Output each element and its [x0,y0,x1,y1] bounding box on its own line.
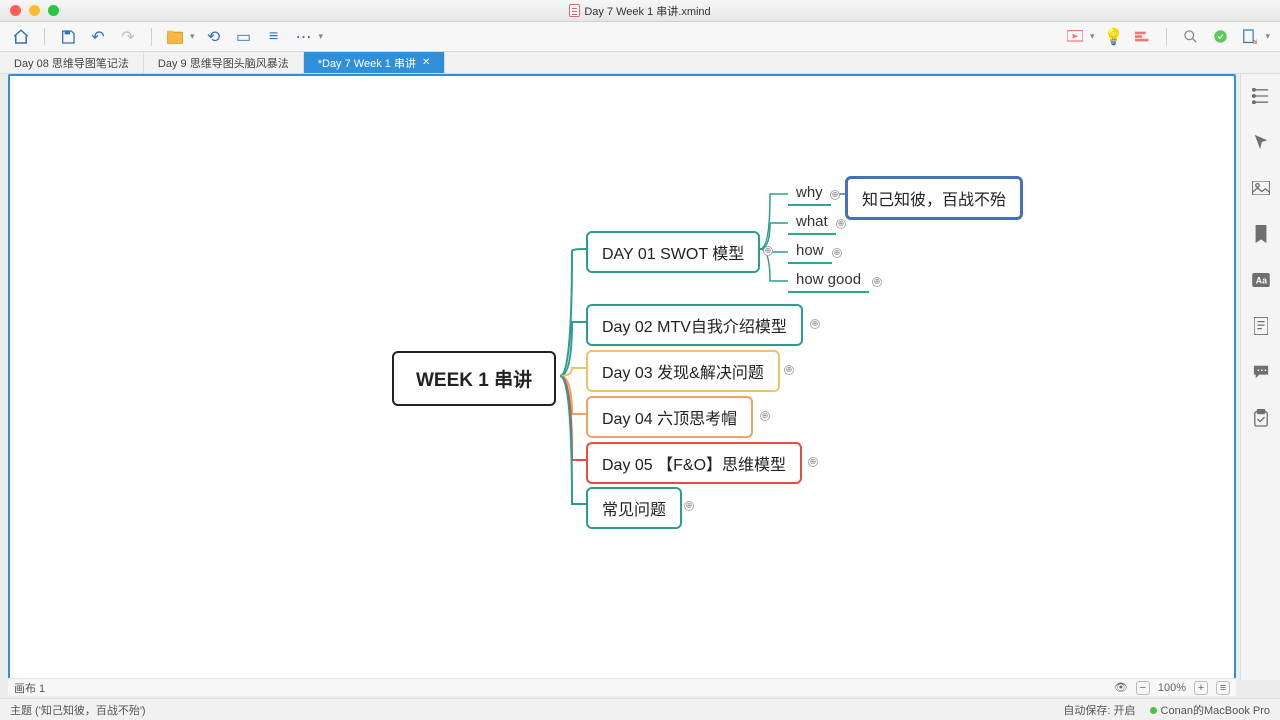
node-day04[interactable]: Day 04 六顶思考帽 [586,396,753,438]
undo-icon[interactable]: ↶ [87,26,109,48]
sheet-icon[interactable] [164,26,186,48]
close-window-icon[interactable] [10,5,21,16]
collapse-toggle[interactable]: ⊕ [830,190,840,200]
node-day03[interactable]: Day 03 发现&解决问题 [586,350,780,392]
save-icon[interactable] [57,26,79,48]
window-title: Day 7 Week 1 串讲.xmind [584,3,710,19]
search-icon[interactable] [1179,26,1201,48]
window-controls[interactable] [0,5,59,16]
right-sidebar: Aa [1240,74,1280,680]
format-icon[interactable] [1251,132,1271,152]
collapse-toggle[interactable]: ⊕ [832,248,842,258]
collapse-toggle[interactable]: ⊕ [872,277,882,287]
node-day01[interactable]: DAY 01 SWOT 模型 [586,231,760,273]
status-selection: 主题 ('知己知彼，百战不殆') [10,702,146,718]
notes-icon[interactable] [1251,316,1271,336]
collapse-toggle[interactable]: ⊕ [810,319,820,329]
status-bar: 主题 ('知己知彼，百战不殆') 自动保存: 开启 Conan的MacBook … [0,698,1280,720]
outline-icon[interactable] [1251,86,1271,106]
canvas-tab-bar: 画布 1 👁 − 100% + ≡ [8,678,1236,696]
subtopic-how[interactable]: how [788,239,832,264]
gantt-icon[interactable] [1132,26,1154,48]
node-day02[interactable]: Day 02 MTV自我介绍模型 [586,304,803,346]
canvas-viewport[interactable]: WEEK 1 串讲 DAY 01 SWOT 模型 ⊕ why ⊕ what ⊕ … [8,74,1236,680]
mindmap-canvas[interactable]: WEEK 1 串讲 DAY 01 SWOT 模型 ⊕ why ⊕ what ⊕ … [10,76,1234,678]
idea-icon[interactable]: 💡 [1102,26,1124,48]
subtopic-why[interactable]: why [788,181,831,206]
minimize-window-icon[interactable] [29,5,40,16]
zoom-out-button[interactable]: − [1136,681,1150,695]
collapse-toggle[interactable]: ⊕ [808,457,818,467]
collapse-toggle[interactable]: ⊕ [760,411,770,421]
collapse-toggle[interactable]: ⊕ [684,501,694,511]
marker-icon[interactable] [1251,224,1271,244]
relationship-icon[interactable]: ⟲ [203,26,225,48]
doc-tab[interactable]: Day 08 思维导图笔记法 [0,52,144,73]
zoom-menu-button[interactable]: ≡ [1216,681,1230,695]
more-icon[interactable]: ⋯ [293,26,315,48]
share-icon[interactable] [1209,26,1231,48]
eye-icon[interactable]: 👁 [1114,681,1128,694]
canvas-tab[interactable]: 画布 1 [14,680,45,696]
status-device: Conan的MacBook Pro [1150,702,1270,718]
image-icon[interactable] [1251,178,1271,198]
titlebar: Day 7 Week 1 串讲.xmind [0,0,1280,22]
collapse-toggle[interactable]: ⊕ [836,219,846,229]
summary-icon[interactable]: ≡ [263,26,285,48]
collapse-toggle[interactable]: ⊕ [784,365,794,375]
node-why-detail-selected[interactable]: 知己知彼，百战不殆 [845,176,1023,220]
document-tabs: Day 08 思维导图笔记法 Day 9 思维导图头脑风暴法 *Day 7 We… [0,52,1280,74]
text-icon[interactable]: Aa [1251,270,1271,290]
home-icon[interactable] [10,26,32,48]
doc-tab[interactable]: Day 9 思维导图头脑风暴法 [144,52,304,73]
boundary-icon[interactable]: ▭ [233,26,255,48]
toolbar: ↶ ↷ ▾ ⟲ ▭ ≡ ⋯▾ ▾ 💡 ▾ [0,22,1280,52]
svg-text:Aa: Aa [1255,276,1266,286]
zoom-in-button[interactable]: + [1194,681,1208,695]
root-node[interactable]: WEEK 1 串讲 [392,351,556,406]
redo-icon[interactable]: ↷ [117,26,139,48]
task-icon[interactable] [1251,408,1271,428]
status-autosave: 自动保存: 开启 [1063,702,1135,718]
node-day05[interactable]: Day 05 【F&O】思维模型 [586,442,802,484]
presentation-icon[interactable] [1064,26,1086,48]
comments-icon[interactable] [1251,362,1271,382]
close-tab-icon[interactable]: ✕ [422,57,430,68]
zoom-level: 100% [1158,682,1186,694]
doc-tab-active[interactable]: *Day 7 Week 1 串讲✕ [304,52,446,73]
file-icon [569,4,580,17]
collapse-toggle[interactable]: ⊕ [763,246,773,256]
subtopic-howgood[interactable]: how good [788,268,869,293]
node-faq[interactable]: 常见问题 [586,487,682,529]
maximize-window-icon[interactable] [48,5,59,16]
subtopic-what[interactable]: what [788,210,836,235]
export-icon[interactable] [1239,26,1261,48]
